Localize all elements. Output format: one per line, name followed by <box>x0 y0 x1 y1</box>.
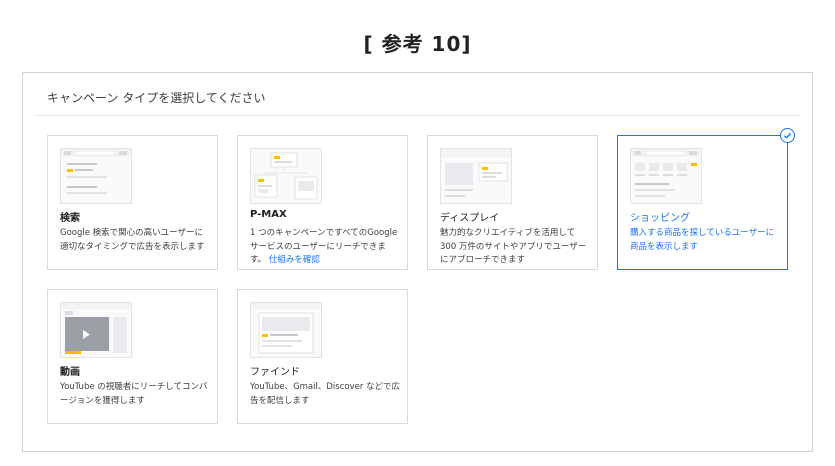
campaign-card-display[interactable]: ディスプレイ 魅力的なクリエイティブを活用して 300 万件のサイトやアプリでユ… <box>427 135 598 270</box>
video-ad-thumbnail-icon <box>60 302 132 358</box>
selected-check-icon <box>780 128 795 143</box>
campaign-type-panel: キャンペーン タイプを選択してください 検索 Google 検索で関心の高いユー… <box>22 72 813 452</box>
discovery-ad-thumbnail-icon <box>250 302 322 358</box>
card-title: 検索 <box>60 213 80 224</box>
card-title: 動画 <box>60 367 80 378</box>
campaign-card-pmax[interactable]: P-MAX 1 つのキャンペーンですべてのGoogle サービスのユーザーにリー… <box>237 135 408 270</box>
learn-how-link[interactable]: 仕組みを確認 <box>269 255 320 265</box>
card-title: P-MAX <box>250 209 287 220</box>
panel-heading: キャンペーン タイプを選択してください <box>47 91 266 105</box>
campaign-card-search[interactable]: 検索 Google 検索で関心の高いユーザーに適切なタイミングで広告を表示します <box>47 135 218 270</box>
card-description: 1 つのキャンペーンですべてのGoogle サービスのユーザーにリーチできます。… <box>250 227 400 268</box>
shopping-ad-thumbnail-icon <box>630 148 702 204</box>
card-title: ディスプレイ <box>440 213 500 224</box>
campaign-card-shopping[interactable]: ショッピング 購入する商品を探しているユーザーに商品を表示します <box>617 128 795 270</box>
reference-title: [ 参考 10] <box>363 32 472 56</box>
panel-divider <box>35 115 800 116</box>
display-ad-thumbnail-icon <box>440 148 512 204</box>
card-description: 魅力的なクリエイティブを活用して 300 万件のサイトやアプリでユーザーにアプロ… <box>440 228 587 265</box>
search-ad-thumbnail-icon <box>60 148 132 204</box>
card-description: YouTube の視聴者にリーチしてコンバージョンを獲得します <box>60 382 208 406</box>
card-title: ファインド <box>250 367 300 378</box>
performance-max-thumbnail-icon <box>250 148 322 204</box>
campaign-card-video[interactable]: 動画 YouTube の視聴者にリーチしてコンバージョンを獲得します <box>47 289 218 424</box>
campaign-card-discovery[interactable]: ファインド YouTube、Gmail、Discover などで広告を配信します <box>237 289 408 424</box>
card-description: YouTube、Gmail、Discover などで広告を配信します <box>250 382 400 406</box>
card-title: ショッピング <box>630 213 690 224</box>
card-description: 購入する商品を探しているユーザーに商品を表示します <box>630 228 775 252</box>
card-description: Google 検索で関心の高いユーザーに適切なタイミングで広告を表示します <box>60 228 205 252</box>
